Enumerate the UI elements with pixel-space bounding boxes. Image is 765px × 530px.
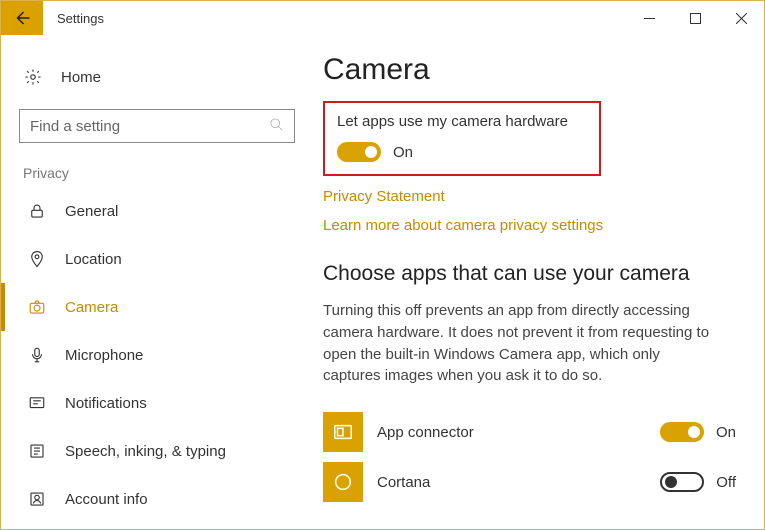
- titlebar: Settings: [1, 1, 764, 35]
- content: Camera Let apps use my camera hardware O…: [313, 35, 764, 529]
- microphone-icon: [27, 346, 47, 364]
- sidebar-item-label: Account info: [65, 491, 148, 508]
- app-connector-icon: [323, 412, 363, 452]
- app-connector-toggle[interactable]: [660, 422, 704, 442]
- camera-toggle[interactable]: [337, 142, 381, 162]
- section-label: Privacy: [1, 165, 313, 187]
- search-icon: [269, 117, 284, 136]
- page-title: Camera: [323, 53, 736, 87]
- app-name: App connector: [377, 424, 646, 441]
- notifications-icon: [27, 394, 47, 412]
- app-row-app-connector: App connector On: [323, 407, 736, 457]
- sidebar-item-label: Location: [65, 251, 122, 268]
- sidebar-item-label: General: [65, 203, 118, 220]
- speech-icon: [27, 442, 47, 460]
- camera-toggle-state: On: [393, 144, 413, 161]
- sidebar-item-notifications[interactable]: Notifications: [1, 379, 313, 427]
- gear-icon: [23, 68, 43, 86]
- sidebar-item-general[interactable]: General: [1, 187, 313, 235]
- sidebar-item-label: Speech, inking, & typing: [65, 443, 226, 460]
- close-button[interactable]: [718, 1, 764, 35]
- privacy-statement-link[interactable]: Privacy Statement: [323, 188, 736, 205]
- cortana-icon: [323, 462, 363, 502]
- sidebar: Home Find a setting Privacy General Loca…: [1, 35, 313, 529]
- home-label: Home: [61, 69, 101, 86]
- location-icon: [27, 250, 47, 268]
- sidebar-item-label: Microphone: [65, 347, 143, 364]
- back-button[interactable]: [1, 1, 43, 35]
- window-title: Settings: [43, 1, 118, 35]
- arrow-left-icon: [13, 9, 31, 27]
- choose-apps-title: Choose apps that can use your camera: [323, 262, 736, 286]
- maximize-icon: [690, 13, 701, 24]
- camera-icon: [27, 298, 47, 316]
- learn-more-link[interactable]: Learn more about camera privacy settings: [323, 217, 736, 234]
- sidebar-item-label: Camera: [65, 299, 118, 316]
- maximize-button[interactable]: [672, 1, 718, 35]
- app-name: Cortana: [377, 474, 646, 491]
- search-input[interactable]: Find a setting: [19, 109, 295, 143]
- account-icon: [27, 490, 47, 508]
- sidebar-item-account[interactable]: Account info: [1, 475, 313, 523]
- sidebar-item-label: Notifications: [65, 395, 147, 412]
- sidebar-item-speech[interactable]: Speech, inking, & typing: [1, 427, 313, 475]
- lock-icon: [27, 202, 47, 220]
- search-placeholder: Find a setting: [30, 118, 269, 135]
- let-apps-label: Let apps use my camera hardware: [337, 113, 587, 130]
- app-row-cortana: Cortana Off: [323, 457, 736, 507]
- home-button[interactable]: Home: [1, 55, 313, 99]
- sidebar-item-microphone[interactable]: Microphone: [1, 331, 313, 379]
- minimize-button[interactable]: [626, 1, 672, 35]
- app-connector-state: On: [716, 424, 736, 441]
- cortana-toggle[interactable]: [660, 472, 704, 492]
- sidebar-item-location[interactable]: Location: [1, 235, 313, 283]
- cortana-state: Off: [716, 474, 736, 491]
- close-icon: [736, 13, 747, 24]
- minimize-icon: [644, 13, 655, 24]
- choose-apps-desc: Turning this off prevents an app from di…: [323, 300, 713, 387]
- highlight-box: Let apps use my camera hardware On: [323, 101, 601, 176]
- sidebar-item-camera[interactable]: Camera: [1, 283, 313, 331]
